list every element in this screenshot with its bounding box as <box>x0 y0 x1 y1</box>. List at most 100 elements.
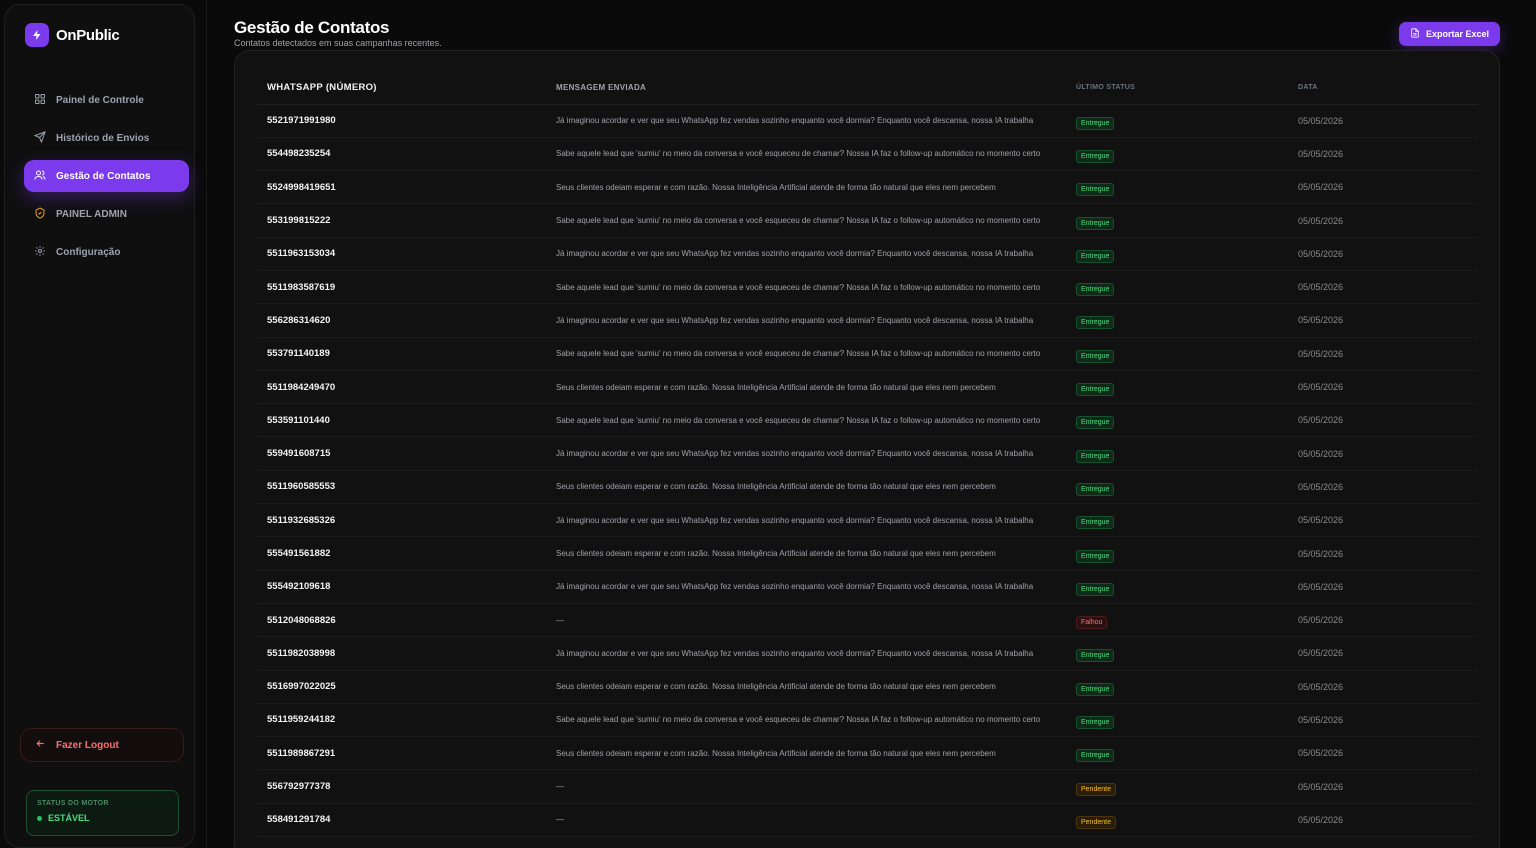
whatsapp-number: 5511983587619 <box>257 270 546 305</box>
date-cell: 05/05/2026 <box>1288 670 1478 704</box>
brand[interactable]: OnPublic <box>25 23 120 47</box>
message-preview: Sabe aquele lead que 'sumiu' no meio da … <box>546 337 1066 371</box>
status-cell: Entregue <box>1066 337 1288 371</box>
message-preview: Já imaginou acordar e ver que seu WhatsA… <box>546 503 1066 538</box>
message-preview: — <box>546 769 1066 804</box>
status-cell: Entregue <box>1066 670 1288 704</box>
logout-label: Fazer Logout <box>56 739 119 751</box>
table-row[interactable]: 556792977378— Pendente 05/05/2026 <box>257 769 1478 804</box>
date-cell: 05/05/2026 <box>1288 636 1478 671</box>
sidebar: OnPublic Painel de Controle Histórico de… <box>4 4 195 848</box>
date-cell: 05/05/2026 <box>1288 503 1478 538</box>
whatsapp-number: 5511982038998 <box>257 636 546 671</box>
table-row[interactable]: 554498235254 Sabe aquele lead que 'sumiu'… <box>257 137 1478 172</box>
table-row[interactable]: 5511959244182 Sabe aquele lead que 'sumiu… <box>257 703 1478 738</box>
table-row[interactable]: 5511984249470 Seus clientes odeiam espera… <box>257 370 1478 405</box>
status-badge: Entregue <box>1076 582 1115 596</box>
status-badge: Falhou <box>1076 616 1108 630</box>
date-cell: 05/05/2026 <box>1288 703 1478 738</box>
table-row[interactable]: 5511983587619 Sabe aquele lead que 'sumiu… <box>257 270 1478 305</box>
table-row[interactable]: 5512048068826— Falhou 05/05/2026 <box>257 603 1478 638</box>
message-preview: Seus clientes odeiam esperar e com razão… <box>546 170 1066 205</box>
whatsapp-number: 5511989867291 <box>257 736 546 771</box>
table-header-row: WHATSAPP (NÚMERO) MENSAGEM ENVIADA ÚLTIM… <box>257 71 1478 105</box>
lightning-icon <box>25 23 49 47</box>
date-cell: 05/05/2026 <box>1288 470 1478 505</box>
sidebar-item-gestao-de-contatos[interactable]: Gestão de Contatos <box>24 160 189 192</box>
table-row[interactable]: 555492109618 Já imaginou acordar e ver qu… <box>257 570 1478 604</box>
whatsapp-number: 556792977378 <box>257 769 546 804</box>
logout-button[interactable]: Fazer Logout <box>20 728 184 762</box>
status-badge: Entregue <box>1076 449 1115 463</box>
table-row[interactable]: 5524998419651 Seus clientes odeiam espera… <box>257 170 1478 205</box>
sidebar-item-historico-de-envios[interactable]: Histórico de Envios <box>24 122 189 154</box>
status-badge: Entregue <box>1076 749 1115 763</box>
table-row[interactable]: 5521971991980 Já imaginou acordar e ver q… <box>257 104 1478 138</box>
sidebar-item-configuracao[interactable]: Configuração <box>24 236 189 268</box>
column-header-message[interactable]: MENSAGEM ENVIADA <box>546 71 1066 105</box>
arrow-left-icon <box>35 738 46 752</box>
status-cell: Entregue <box>1066 237 1288 271</box>
sidebar-item-painel-de-controle[interactable]: Painel de Controle <box>24 84 189 116</box>
date-cell: 05/05/2026 <box>1288 570 1478 604</box>
table-row[interactable]: 553199815222 Sabe aquele lead que 'sumiu'… <box>257 203 1478 238</box>
message-preview: Seus clientes odeiam esperar e com razão… <box>546 736 1066 771</box>
table-row[interactable]: 5511982038998 Já imaginou acordar e ver q… <box>257 636 1478 671</box>
export-excel-button[interactable]: Exportar Excel <box>1399 22 1500 46</box>
date-cell: 05/05/2026 <box>1288 603 1478 638</box>
date-cell: 05/05/2026 <box>1288 436 1478 471</box>
status-cell: Entregue <box>1066 503 1288 538</box>
status-cell: Falhou <box>1066 603 1288 638</box>
status-cell: Entregue <box>1066 536 1288 571</box>
users-icon <box>34 169 46 184</box>
table-row[interactable]: 559491608715 Já imaginou acordar e ver qu… <box>257 436 1478 471</box>
date-cell: 05/05/2026 <box>1288 769 1478 804</box>
whatsapp-number: 5512048068826 <box>257 603 546 638</box>
whatsapp-number: 559491608715 <box>257 436 546 471</box>
status-badge: Entregue <box>1076 549 1115 563</box>
table-row[interactable]: 5511989867291 Seus clientes odeiam espera… <box>257 736 1478 771</box>
date-cell: 05/05/2026 <box>1288 170 1478 205</box>
table-row[interactable]: 553791140189 Sabe aquele lead que 'sumiu'… <box>257 337 1478 371</box>
date-cell: 05/05/2026 <box>1288 270 1478 305</box>
status-cell: Entregue <box>1066 303 1288 338</box>
sidebar-item-painel-admin[interactable]: PAINEL ADMIN <box>24 198 189 230</box>
status-cell: Entregue <box>1066 370 1288 405</box>
status-badge: Entregue <box>1076 183 1115 197</box>
table-row[interactable]: 555491561882 Seus clientes odeiam esperar… <box>257 536 1478 571</box>
column-header-number[interactable]: WHATSAPP (NÚMERO) <box>257 71 546 105</box>
table-row[interactable]: 5511932685326 Já imaginou acordar e ver q… <box>257 503 1478 538</box>
gear-icon <box>34 245 46 260</box>
whatsapp-number: 554498235254 <box>257 137 546 172</box>
message-preview: Seus clientes odeiam esperar e com razão… <box>546 670 1066 704</box>
message-preview: Sabe aquele lead que 'sumiu' no meio da … <box>546 703 1066 738</box>
status-cell: Entregue <box>1066 470 1288 505</box>
column-header-status[interactable]: ÚLTIMO STATUS <box>1066 71 1288 105</box>
status-badge: Pendente <box>1076 815 1116 829</box>
status-badge: Entregue <box>1076 383 1115 397</box>
column-header-date[interactable]: DATA <box>1288 71 1478 105</box>
status-dot-icon <box>37 815 42 821</box>
table-row[interactable]: 558491291784— Pendente 05/05/2026 <box>257 803 1478 838</box>
date-cell: 05/05/2026 <box>1288 736 1478 771</box>
engine-status-card: STATUS DO MOTOR ESTÁVEL <box>26 790 179 836</box>
table-row[interactable]: 5511963153034 Já imaginou acordar e ver q… <box>257 237 1478 271</box>
date-cell: 05/05/2026 <box>1288 303 1478 338</box>
whatsapp-number: 553199815222 <box>257 203 546 238</box>
sidebar-item-label: Gestão de Contatos <box>56 170 151 182</box>
status-badge: Entregue <box>1076 482 1115 496</box>
date-cell: 05/05/2026 <box>1288 137 1478 172</box>
status-badge: Entregue <box>1076 149 1115 163</box>
message-preview: Seus clientes odeiam esperar e com razão… <box>546 470 1066 505</box>
message-preview: Sabe aquele lead que 'sumiu' no meio da … <box>546 270 1066 305</box>
table-row[interactable]: 556286314620 Já imaginou acordar e ver qu… <box>257 303 1478 338</box>
table-row[interactable]: 5516997022025 Seus clientes odeiam espera… <box>257 670 1478 704</box>
status-badge: Pendente <box>1076 782 1116 796</box>
table-row[interactable]: 553591101440 Sabe aquele lead que 'sumiu'… <box>257 403 1478 438</box>
whatsapp-number: 5511932685326 <box>257 503 546 538</box>
contacts-card: WHATSAPP (NÚMERO) MENSAGEM ENVIADA ÚLTIM… <box>234 50 1500 848</box>
table-row[interactable]: 5511960585553 Seus clientes odeiam espera… <box>257 470 1478 505</box>
whatsapp-number: 553791140189 <box>257 337 546 371</box>
message-preview: Sabe aquele lead que 'sumiu' no meio da … <box>546 137 1066 172</box>
status-cell: Entregue <box>1066 137 1288 172</box>
